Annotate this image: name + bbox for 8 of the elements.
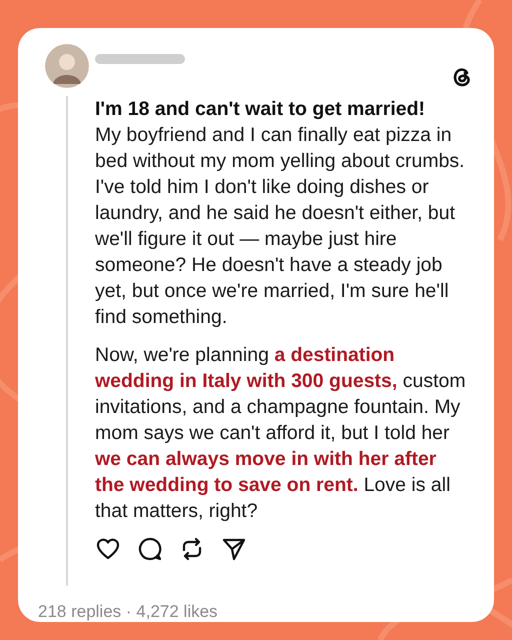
comment-icon[interactable] <box>137 536 163 562</box>
post-paragraph: Now, we're planning a destination wedding in Italy with 300 guests, custom invitations, and a champagne fountain. My mom says we can't afford it, but I told her we can always move in with her after the wedding to save on rent. Love is all that matters, right? <box>95 343 467 524</box>
post-title: I'm 18 and can't wait to get married! <box>95 97 426 122</box>
post-stats: 218 replies · 4,272 likes <box>38 601 219 622</box>
heart-icon[interactable] <box>95 536 121 562</box>
post-paragraph: My boyfriend and I can finally eat pizza in bed without my mom yelling about crumbs. I've told him I don't like doing dishes or laundry, and he said he doesn't either, but we'll figure it out — maybe just hire someone? He doesn't have a steady job yet, but once we're married, I'm sure he'll find something. <box>95 123 466 330</box>
send-icon[interactable] <box>221 536 247 562</box>
avatar <box>44 44 88 88</box>
